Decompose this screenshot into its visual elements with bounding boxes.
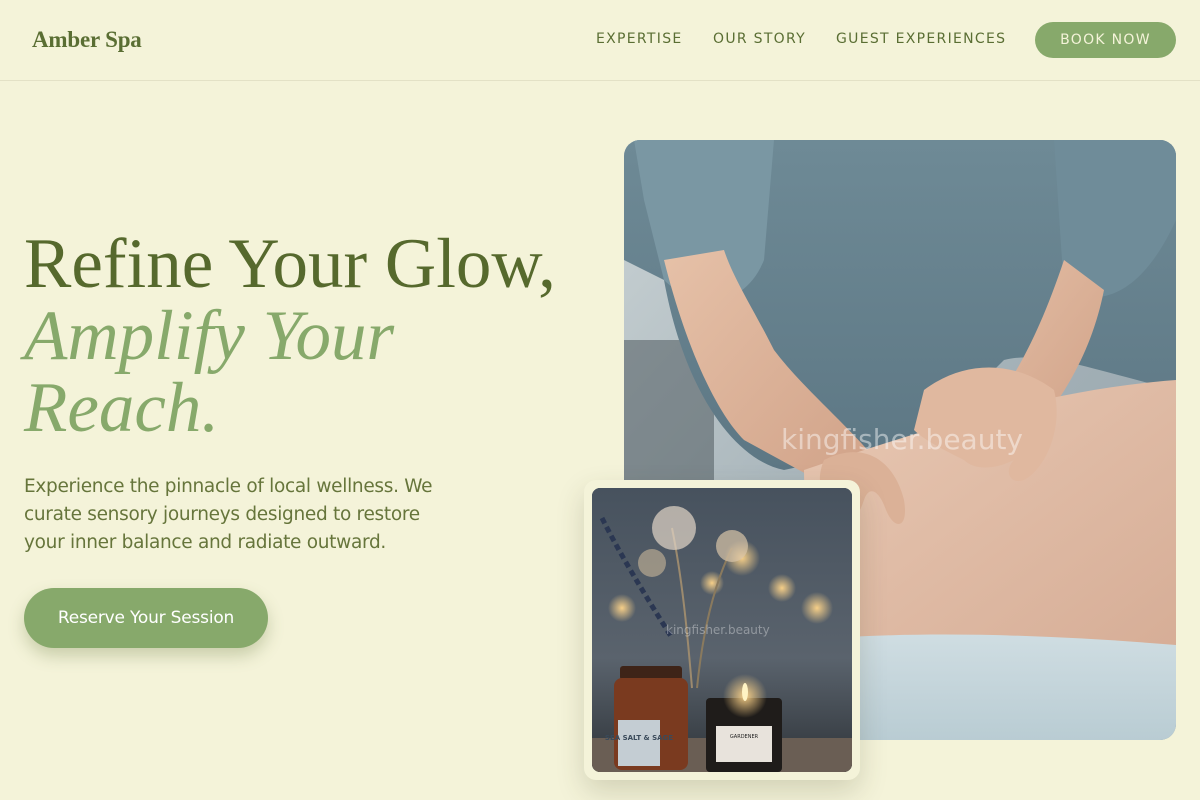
nav-link-expertise[interactable]: EXPERTISE [596,31,683,47]
candle-photo-frame: SEA SALT & SAGE GARDENER kingfisher.beau… [584,480,860,780]
photo-watermark: kingfisher.beauty [781,423,1024,456]
site-header: Amber Spa EXPERTISE OUR STORY GUEST EXPE… [0,0,1200,81]
inset-watermark: kingfisher.beauty [666,623,770,637]
page: Amber Spa EXPERTISE OUR STORY GUEST EXPE… [0,0,1200,800]
candle-photo: SEA SALT & SAGE GARDENER kingfisher.beau… [592,488,852,772]
reserve-session-button[interactable]: Reserve Your Session [24,588,268,648]
jar-label-right: GARDENER [730,734,759,740]
book-now-button[interactable]: BOOK NOW [1035,22,1176,58]
hero-title-line-2: Amplify Your [24,297,395,375]
nav-link-our-story[interactable]: OUR STORY [713,31,806,47]
hero-title-line-1: Refine Your Glow, [24,225,556,303]
nav-link-guest-experiences[interactable]: GUEST EXPERIENCES [836,31,1006,47]
hero-title: Refine Your Glow, Amplify Your Reach. [24,228,604,444]
jar-label-left: SEA SALT & SAGE [605,734,673,742]
logo[interactable]: Amber Spa [32,27,142,53]
hero-title-line-3: Reach. [24,369,220,447]
hero-description: Experience the pinnacle of local wellnes… [24,476,433,553]
